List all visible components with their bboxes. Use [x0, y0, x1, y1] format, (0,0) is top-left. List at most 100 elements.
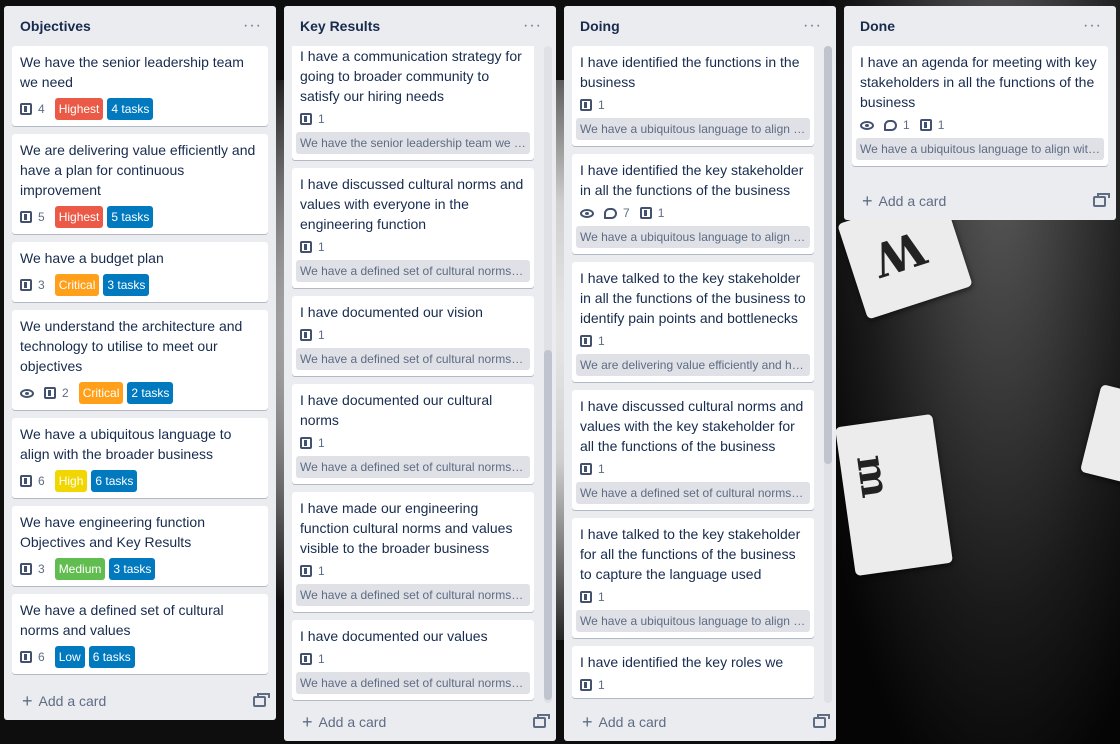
- card-label[interactable]: High: [54, 470, 88, 492]
- card-title: We have a budget plan: [20, 250, 164, 266]
- board-icon: [300, 565, 312, 577]
- card[interactable]: We are delivering value efficiently and …: [12, 134, 268, 234]
- add-card-label: Add a card: [598, 714, 667, 730]
- card[interactable]: We have engineering function Objectives …: [12, 506, 268, 586]
- linked-card-preview[interactable]: We have a defined set of cultural norms …: [296, 672, 530, 694]
- card-label[interactable]: 3 tasks: [103, 274, 150, 296]
- linked-card-preview[interactable]: We have a defined set of cultural norms …: [576, 482, 810, 504]
- card[interactable]: I have a communication strategy for goin…: [292, 46, 534, 160]
- list-menu-icon[interactable]: ···: [237, 13, 268, 39]
- card-label[interactable]: Highest: [54, 98, 104, 120]
- board-count: 1: [598, 334, 605, 348]
- card-label[interactable]: 6 tasks: [91, 470, 138, 492]
- card-title: I have identified the key roles we: [580, 654, 784, 670]
- card-label[interactable]: Highest: [54, 206, 104, 228]
- list-menu-icon[interactable]: ···: [517, 13, 548, 39]
- card[interactable]: I have talked to the key stakeholder in …: [572, 262, 814, 382]
- linked-card-preview[interactable]: We have the senior leadership team we ne…: [296, 132, 530, 154]
- card[interactable]: I have identified the key roles we 1: [572, 646, 814, 698]
- list-header[interactable]: Doing ···: [564, 6, 836, 46]
- linked-card-preview[interactable]: We have a ubiquitous language to align w…: [576, 226, 810, 248]
- card[interactable]: I have made our engineering function cul…: [292, 492, 534, 612]
- card-label[interactable]: 3 tasks: [109, 558, 156, 580]
- card-template-icon[interactable]: [1093, 192, 1110, 207]
- linked-card-preview[interactable]: We have a defined set of cultural norms …: [296, 456, 530, 478]
- list-title[interactable]: Done: [860, 18, 895, 34]
- card[interactable]: We have a defined set of cultural norms …: [12, 594, 268, 674]
- board-icon: [44, 387, 56, 399]
- linked-card-preview[interactable]: We have a defined set of cultural norms …: [296, 348, 530, 370]
- card-template-icon[interactable]: [533, 713, 550, 728]
- add-card-button[interactable]: + Add a card: [582, 712, 667, 732]
- linked-card-preview[interactable]: We have a ubiquitous language to align w…: [856, 138, 1104, 160]
- card-template-icon[interactable]: [253, 692, 270, 707]
- eye-icon: [860, 120, 874, 130]
- card-title: We have engineering function Objectives …: [20, 514, 205, 550]
- list-title[interactable]: Key Results: [300, 18, 380, 34]
- add-card-button[interactable]: + Add a card: [302, 713, 386, 731]
- card-badges: 1: [580, 334, 806, 348]
- card[interactable]: I have documented our cultural norms 1 We …: [292, 384, 534, 484]
- list-doing: Doing ··· I have identified the function…: [564, 6, 836, 741]
- plus-icon: +: [862, 191, 873, 211]
- card[interactable]: We have the senior leadership team we ne…: [12, 46, 268, 126]
- card-title: I have documented our values: [300, 628, 488, 644]
- card[interactable]: I have talked to the key stakeholder for…: [572, 518, 814, 638]
- card-badges: 1: [300, 112, 526, 126]
- plus-icon: +: [582, 712, 593, 732]
- scrollbar-thumb[interactable]: [544, 350, 552, 700]
- scrollbar[interactable]: [544, 46, 552, 703]
- card-label[interactable]: Critical: [54, 274, 100, 296]
- board-badge: 3: [20, 562, 45, 576]
- scrollbar[interactable]: [824, 46, 832, 703]
- add-card-button[interactable]: + Add a card: [862, 191, 946, 211]
- card[interactable]: We understand the architecture and techn…: [12, 310, 268, 410]
- card[interactable]: I have documented our values 1 We have a d…: [292, 620, 534, 700]
- card-title: I have a communication strategy for goin…: [300, 48, 522, 104]
- list-header[interactable]: Objectives ···: [4, 6, 276, 46]
- list-title[interactable]: Doing: [580, 18, 620, 34]
- list-footer: + Add a card: [284, 703, 556, 741]
- linked-card-preview[interactable]: We are delivering value efficiently and …: [576, 354, 810, 376]
- card-label[interactable]: Critical: [78, 382, 124, 404]
- board-count: 1: [598, 462, 605, 476]
- card-label[interactable]: 6 tasks: [88, 646, 135, 668]
- card-label[interactable]: Low: [54, 646, 85, 668]
- board-icon: [300, 329, 312, 341]
- card-label[interactable]: 4 tasks: [107, 98, 154, 120]
- board-badge: 1: [300, 112, 325, 126]
- linked-card-preview[interactable]: We have a ubiquitous language to align w…: [576, 118, 810, 140]
- card[interactable]: We have a budget plan 3 Critical 3 tasks: [12, 242, 268, 302]
- eye-icon: [20, 388, 34, 398]
- card[interactable]: I have an agenda for meeting with key st…: [852, 46, 1108, 166]
- list-menu-icon[interactable]: ···: [797, 13, 828, 39]
- card-label[interactable]: 5 tasks: [107, 206, 154, 228]
- card-label[interactable]: Medium: [54, 558, 106, 580]
- card-badges: 1: [580, 678, 806, 692]
- card[interactable]: I have documented our vision 1 We have a d…: [292, 296, 534, 376]
- list-header[interactable]: Key Results ···: [284, 6, 556, 46]
- card-container: We have the senior leadership team we ne…: [4, 46, 276, 682]
- list-title[interactable]: Objectives: [20, 18, 91, 34]
- card-badges: 1: [300, 564, 526, 578]
- board-badge: 1: [300, 436, 325, 450]
- board-count: 1: [937, 118, 945, 132]
- card[interactable]: I have identified the functions in the b…: [572, 46, 814, 146]
- linked-card-preview[interactable]: We have a ubiquitous language to align w…: [576, 610, 810, 632]
- card[interactable]: I have identified the key stakeholder in…: [572, 154, 814, 254]
- card-template-icon[interactable]: [813, 713, 830, 728]
- list-header[interactable]: Done ···: [844, 6, 1116, 46]
- card[interactable]: I have discussed cultural norms and valu…: [572, 390, 814, 510]
- linked-card-preview[interactable]: We have a defined set of cultural norms …: [296, 260, 530, 282]
- board-badge: 1: [300, 564, 325, 578]
- add-card-button[interactable]: + Add a card: [22, 692, 106, 710]
- board-count: 1: [318, 240, 325, 254]
- comment-count: 1: [903, 118, 910, 132]
- board-count: 4: [38, 102, 45, 116]
- card[interactable]: We have a ubiquitous language to align w…: [12, 418, 268, 498]
- list-menu-icon[interactable]: ···: [1077, 13, 1108, 39]
- linked-card-preview[interactable]: We have a defined set of cultural norms …: [296, 584, 530, 606]
- card[interactable]: I have discussed cultural norms and valu…: [292, 168, 534, 288]
- card-label[interactable]: 2 tasks: [127, 382, 174, 404]
- scrollbar-thumb[interactable]: [824, 46, 832, 464]
